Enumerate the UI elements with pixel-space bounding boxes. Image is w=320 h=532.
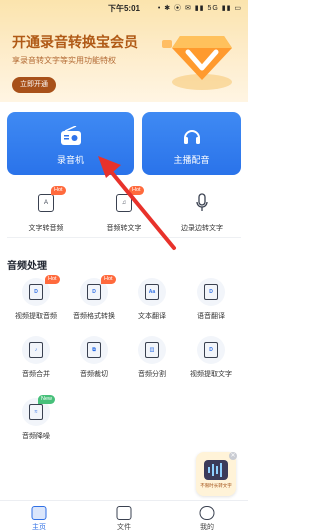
user-icon [199,506,215,520]
audio-to-text-icon: ♫ [116,194,132,212]
tab-files[interactable]: 文件 [99,505,149,532]
quick-tools: A Hot 文字转音频 ♫ Hot 音频转文字 边录边转文字 [7,182,241,238]
tool-label: 边录边转文字 [181,225,223,232]
voice-translate-icon: D [197,278,225,306]
vip-subtitle: 享录音转文字等实用功能特权 [12,56,116,65]
tool-text-translate[interactable]: Aa 文本翻译 [121,278,183,328]
open-vip-button[interactable]: 立即开通 [12,77,56,93]
vip-title: 开通录音转换宝会员 [12,34,138,50]
audio-merge-icon: ♪ [22,336,50,364]
new-badge: New [38,395,56,404]
tool-voice-translate[interactable]: D 语音翻译 [180,278,242,328]
hot-badge: Hot [129,186,144,195]
status-bar: 下午5:01 • ✱ ⦿ ✉ ▮▮ 5G ▮▮ ▭ [0,0,248,16]
audio-trim-icon: ⧉ [80,336,108,364]
recorder-card[interactable]: 录音机 [7,112,134,175]
tool-audio-trim[interactable]: ⧉ 音频裁切 [63,336,125,386]
tool-label: 语音翻译 [197,313,225,320]
home-icon [31,506,47,520]
text-translate-icon: Aa [138,278,166,306]
tool-audio-merge[interactable]: ♪ 音频合并 [5,336,67,386]
headphones-icon [183,130,200,144]
tool-label: 视频提取音频 [15,313,57,320]
tool-video-extract-audio[interactable]: D Hot 视频提取音频 [5,275,67,328]
hot-badge: Hot [51,186,66,195]
anchor-voice-label: 主播配音 [173,155,210,165]
tab-home[interactable]: 主页 [14,505,64,532]
bottom-tabbar: 主页 文件 我的 [0,500,248,532]
hot-badge: Hot [45,275,60,284]
floating-promo-text: 不限时长转文字 [200,483,232,488]
audio-split-icon: ◫ [138,336,166,364]
tool-audio-denoise[interactable]: ≈ New 音频降噪 [5,395,67,448]
radio-icon [60,126,81,145]
tool-text-to-audio[interactable]: A Hot 文字转音频 [7,182,85,237]
tool-label: 文字转音频 [28,225,64,232]
tool-label: 文本翻译 [138,313,166,320]
tool-label: 视频提取文字 [190,371,232,378]
tool-video-extract-text[interactable]: D 视频提取文字 [180,336,242,386]
tool-audio-split[interactable]: ◫ 音频分割 [121,336,183,386]
section-title: 音频处理 [7,261,47,272]
vip-logo-icon [162,36,232,90]
text-to-audio-icon: A [38,194,54,212]
tool-audio-format-convert[interactable]: D Hot 音频格式转换 [63,275,125,328]
status-icons: • ✱ ⦿ ✉ ▮▮ 5G ▮▮ ▭ [157,5,242,12]
tool-label: 音频格式转换 [73,313,115,320]
tool-label: 音频分割 [138,371,166,378]
tool-record-and-transcribe[interactable]: 边录边转文字 [163,182,241,237]
recorder-label: 录音机 [56,155,84,165]
tool-label: 音频裁切 [80,371,108,378]
tab-profile[interactable]: 我的 [182,505,232,532]
anchor-voice-card[interactable]: 主播配音 [142,112,241,175]
tool-label: 音频转文字 [106,225,142,232]
microphone-icon [196,193,208,211]
waveform-icon [204,460,228,480]
hot-badge: Hot [101,275,116,284]
tool-label: 音频合并 [22,371,50,378]
vip-banner[interactable]: 下午5:01 • ✱ ⦿ ✉ ▮▮ 5G ▮▮ ▭ 开通录音转换宝会员 享录音转… [0,0,248,102]
close-icon[interactable]: ✕ [229,452,237,460]
video-extract-text-icon: D [197,336,225,364]
tool-audio-to-text[interactable]: ♫ Hot 音频转文字 [85,182,163,237]
tool-label: 音频降噪 [22,433,50,440]
file-icon [116,506,132,520]
